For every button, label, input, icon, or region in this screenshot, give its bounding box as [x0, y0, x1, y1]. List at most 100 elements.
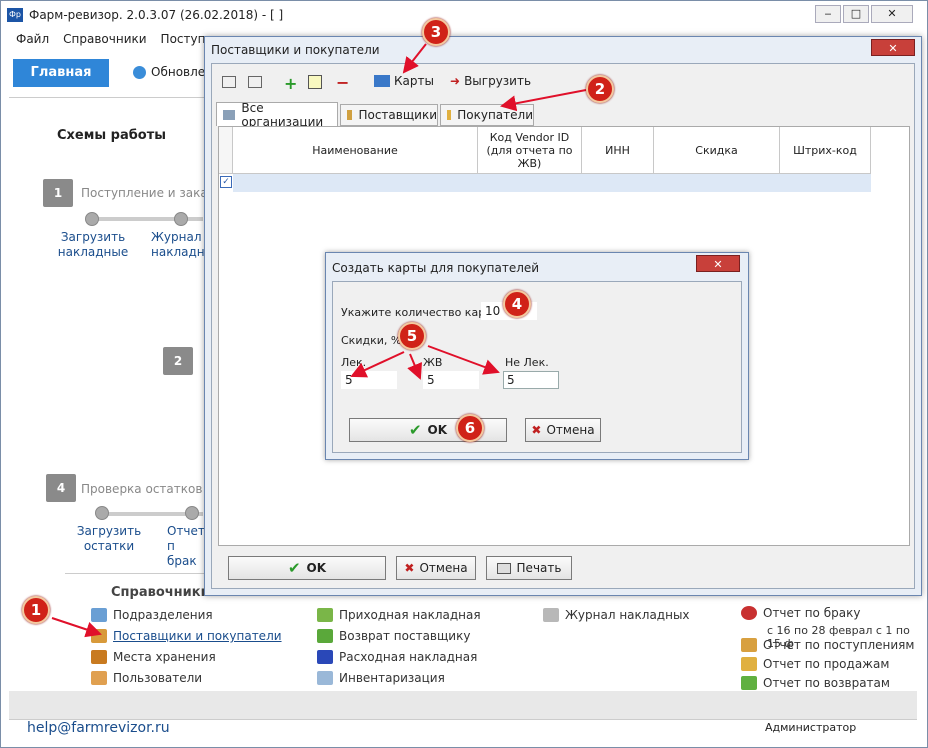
storage-icon	[91, 650, 107, 664]
tab-buyers[interactable]: Покупатели	[440, 104, 534, 126]
return-icon	[317, 629, 333, 643]
doc-inventory[interactable]: Инвентаризация	[317, 671, 445, 685]
suppliers-close-button[interactable]: ✕	[871, 39, 915, 56]
incoming-icon	[317, 608, 333, 622]
defect-report-link[interactable]: Отчет п брак	[167, 524, 207, 569]
col-name[interactable]: Наименование	[233, 127, 478, 173]
tab-suppliers[interactable]: Поставщики	[340, 104, 438, 126]
printer-icon	[496, 562, 511, 574]
dialog-close-button[interactable]: ✕	[696, 255, 740, 272]
report-returns[interactable]: Отчет по возвратам	[741, 676, 890, 690]
main-titlebar: Фр Фарм-ревизор. 2.0.3.07 (26.02.2018) -…	[1, 1, 927, 29]
support-email[interactable]: help@farmrevizor.ru	[27, 720, 170, 736]
maximize-button[interactable]: □	[843, 5, 869, 23]
step-1-dot-b[interactable]	[174, 212, 188, 226]
col-discount[interactable]: Скидка	[654, 127, 780, 173]
nelek-input[interactable]: 5	[503, 371, 559, 389]
col-barcode[interactable]: Штрих-код	[780, 127, 871, 173]
copy-icon[interactable]	[308, 75, 322, 89]
col-vendor-id[interactable]: Код Vendor ID (для отчета по ЖВ)	[478, 127, 582, 173]
export-icon: ➜	[450, 74, 461, 88]
step-4-text: Проверка остатков н	[81, 482, 215, 496]
grid-view-icon[interactable]	[222, 76, 236, 88]
discounts-label: Скидки, %	[341, 334, 402, 347]
zhv-label: ЖВ	[423, 356, 443, 369]
check-icon: ✔	[287, 559, 301, 577]
table-row[interactable]	[233, 174, 871, 192]
journal-link[interactable]: Журнал накладны	[151, 230, 214, 260]
delete-icon[interactable]: −	[336, 73, 349, 92]
check-icon: ✔	[408, 421, 422, 439]
departments-icon	[91, 608, 107, 622]
doc-return-supplier[interactable]: Возврат поставщику	[317, 629, 470, 643]
doc-invoice-journal[interactable]: Журнал накладных	[543, 608, 690, 622]
suppliers-cancel-button[interactable]: ✖ Отмена	[396, 556, 476, 580]
menu-file[interactable]: Файл	[16, 32, 49, 46]
current-user: Администратор	[765, 721, 857, 734]
doc-incoming-invoice[interactable]: Приходная накладная	[317, 608, 481, 622]
nelek-label: Не Лек.	[505, 356, 549, 369]
close-button[interactable]: ✕	[871, 5, 913, 23]
step-1-dot-a[interactable]	[85, 212, 99, 226]
load-stock-link[interactable]: Загрузить остатки	[73, 524, 145, 554]
ref-departments[interactable]: Подразделения	[91, 608, 213, 622]
inventory-icon	[317, 671, 333, 685]
schemes-title: Схемы работы	[57, 128, 167, 143]
list-view-icon[interactable]	[248, 76, 262, 88]
update-button[interactable]: Обновлен	[133, 65, 213, 79]
report-sales[interactable]: Отчет по продажам	[741, 657, 889, 671]
users-icon	[91, 671, 107, 685]
cards-button[interactable]: Карты	[374, 74, 434, 88]
cancel-x-icon: ✖	[404, 561, 415, 575]
col-inn[interactable]: ИНН	[582, 127, 654, 173]
create-cards-dialog: Создать карты для покупателей ✕ Укажите …	[325, 252, 749, 460]
truck-icon	[223, 109, 236, 120]
refs-title: Справочники	[111, 585, 210, 600]
step-badge-2: 2	[586, 75, 614, 103]
step-4-badge: 4	[46, 474, 76, 502]
ref-users[interactable]: Пользователи	[91, 671, 202, 685]
step-4-dot-a[interactable]	[95, 506, 109, 520]
print-button[interactable]: Печать	[486, 556, 572, 580]
no-entry-icon	[741, 606, 757, 620]
doc-outgoing-invoice[interactable]: Расходная накладная	[317, 650, 477, 664]
supplier-icon	[347, 110, 353, 120]
suppliers-title: Поставщики и покупатели	[211, 43, 380, 57]
count-label: Укажите количество карт	[341, 306, 492, 319]
app-title: Фарм-ревизор. 2.0.3.07 (26.02.2018) - [ …	[29, 8, 284, 22]
sales-report-icon	[741, 657, 757, 671]
step-4-dot-b[interactable]	[185, 506, 199, 520]
step-badge-6: 6	[456, 414, 484, 442]
cards-icon	[374, 75, 390, 87]
suppliers-ok-button[interactable]: ✔ OK	[228, 556, 386, 580]
report-defects[interactable]: Отчет по браку	[741, 606, 860, 620]
dialog-cancel-button[interactable]: ✖ Отмена	[525, 418, 601, 442]
buyer-icon	[447, 110, 452, 120]
zhv-input[interactable]: 5	[423, 371, 479, 389]
outgoing-icon	[317, 650, 333, 664]
minimize-button[interactable]: ‒	[815, 5, 841, 23]
step-1-text: Поступление и заказ	[81, 186, 215, 200]
row-checkbox[interactable]: ✓	[220, 176, 232, 188]
report-receipts[interactable]: Отчет по поступлениям	[741, 638, 914, 652]
step-badge-5: 5	[398, 322, 426, 350]
ref-storage[interactable]: Места хранения	[91, 650, 216, 664]
menu-references[interactable]: Справочники	[63, 32, 146, 46]
ref-suppliers[interactable]: Поставщики и покупатели	[91, 629, 282, 643]
cancel-x-icon: ✖	[531, 423, 542, 437]
receipt-report-icon	[741, 638, 757, 652]
tab-all-orgs[interactable]: Все организации	[216, 101, 338, 129]
step-badge-4: 4	[503, 290, 531, 318]
step-2-badge: 2	[163, 347, 193, 375]
export-button[interactable]: ➜ Выгрузить	[450, 74, 531, 88]
dialog-body: Укажите количество карт 10 Скидки, % Лек…	[332, 281, 742, 453]
refs-divider	[65, 573, 205, 574]
load-invoices-link[interactable]: Загрузить накладные	[57, 230, 129, 260]
app-logo: Фр	[7, 8, 23, 22]
home-tab[interactable]: Главная	[13, 59, 109, 87]
col-select	[219, 127, 233, 173]
lek-input[interactable]: 5	[341, 371, 397, 389]
step-badge-1: 1	[22, 596, 50, 624]
add-icon[interactable]: +	[284, 74, 297, 93]
dialog-title: Создать карты для покупателей	[332, 261, 540, 275]
